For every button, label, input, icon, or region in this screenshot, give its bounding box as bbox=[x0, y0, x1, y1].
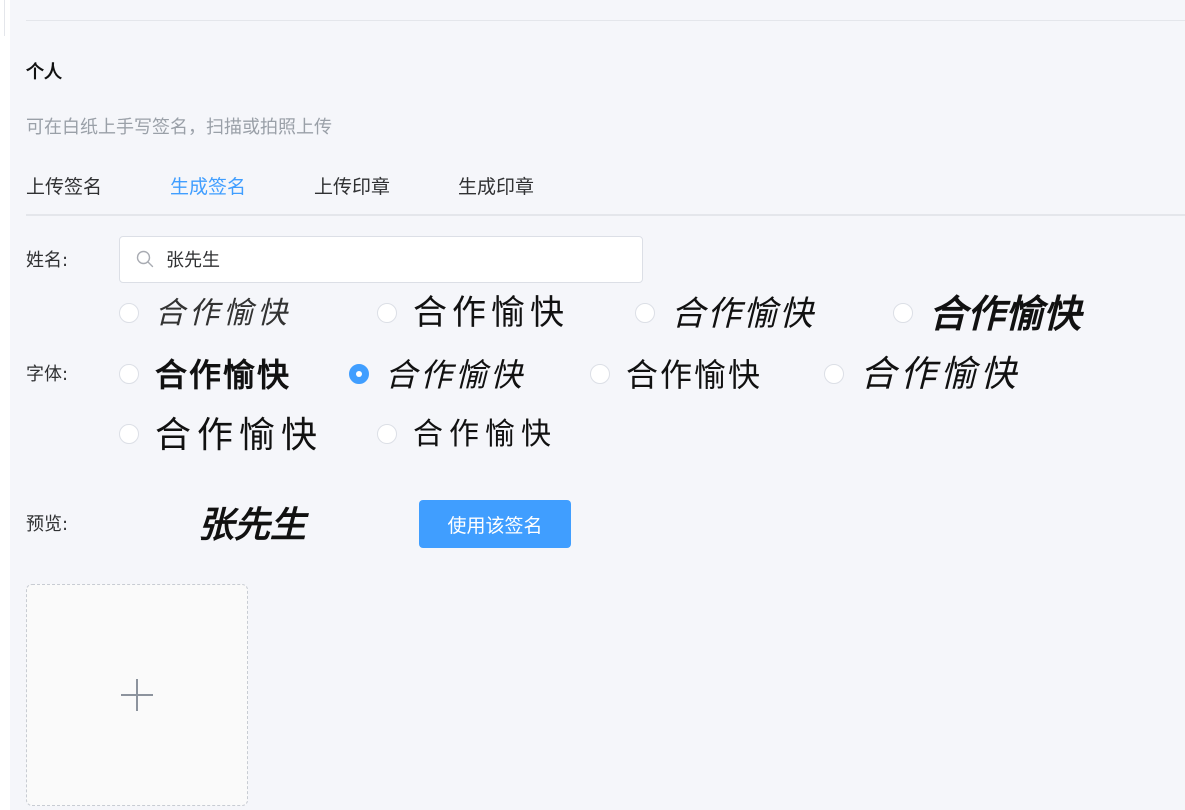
font-sample-1: 合作愉快 bbox=[155, 296, 291, 331]
font-sample-7: 合作愉快 bbox=[626, 357, 763, 393]
preview-label: 预览: bbox=[26, 514, 69, 535]
tab-generate-signature[interactable]: 生成签名 bbox=[170, 174, 246, 200]
signature-preview: 张先生 bbox=[198, 504, 307, 546]
font-radio-1[interactable] bbox=[119, 303, 139, 323]
font-radio-4[interactable] bbox=[893, 303, 913, 323]
tab-upload-seal[interactable]: 上传印章 bbox=[314, 174, 390, 200]
left-edge bbox=[0, 0, 10, 810]
font-sample-10: 合作愉快 bbox=[413, 417, 557, 452]
use-signature-button[interactable]: 使用该签名 bbox=[419, 500, 571, 548]
signature-tabs: 上传签名 生成签名 上传印章 生成印章 bbox=[26, 160, 1185, 216]
font-radio-2[interactable] bbox=[377, 303, 397, 323]
top-divider bbox=[26, 20, 1185, 21]
font-radio-5[interactable] bbox=[119, 364, 139, 384]
font-sample-6: 合作愉快 bbox=[385, 356, 526, 394]
font-radio-6-selected[interactable] bbox=[349, 364, 369, 384]
font-sample-4: 合作愉快 bbox=[929, 292, 1082, 336]
font-sample-2: 合作愉快 bbox=[413, 295, 569, 332]
upload-signature-box[interactable] bbox=[26, 584, 248, 806]
section-title: 个人 bbox=[26, 62, 62, 83]
font-sample-3: 合作愉快 bbox=[671, 294, 815, 334]
search-icon bbox=[136, 250, 154, 268]
font-radio-7[interactable] bbox=[590, 364, 610, 384]
plus-icon bbox=[121, 679, 153, 711]
name-input[interactable] bbox=[166, 237, 626, 280]
name-label: 姓名: bbox=[26, 250, 69, 271]
font-sample-8: 合作愉快 bbox=[860, 354, 1021, 395]
signature-panel: 个人 可在白纸上手写签名，扫描或拍照上传 上传签名 生成签名 上传印章 生成印章… bbox=[10, 0, 1185, 810]
left-edge-line bbox=[4, 0, 5, 36]
tab-upload-signature[interactable]: 上传签名 bbox=[26, 174, 102, 200]
font-radio-9[interactable] bbox=[119, 424, 139, 444]
font-radio-10[interactable] bbox=[377, 424, 397, 444]
font-sample-5: 合作愉快 bbox=[155, 357, 292, 393]
font-label: 字体: bbox=[26, 364, 69, 385]
upload-hint: 可在白纸上手写签名，扫描或拍照上传 bbox=[26, 117, 332, 138]
tab-generate-seal[interactable]: 生成印章 bbox=[458, 174, 534, 200]
font-radio-8[interactable] bbox=[824, 364, 844, 384]
font-radio-3[interactable] bbox=[635, 303, 655, 323]
font-sample-9: 合作愉快 bbox=[155, 414, 324, 455]
name-field[interactable] bbox=[119, 236, 643, 283]
